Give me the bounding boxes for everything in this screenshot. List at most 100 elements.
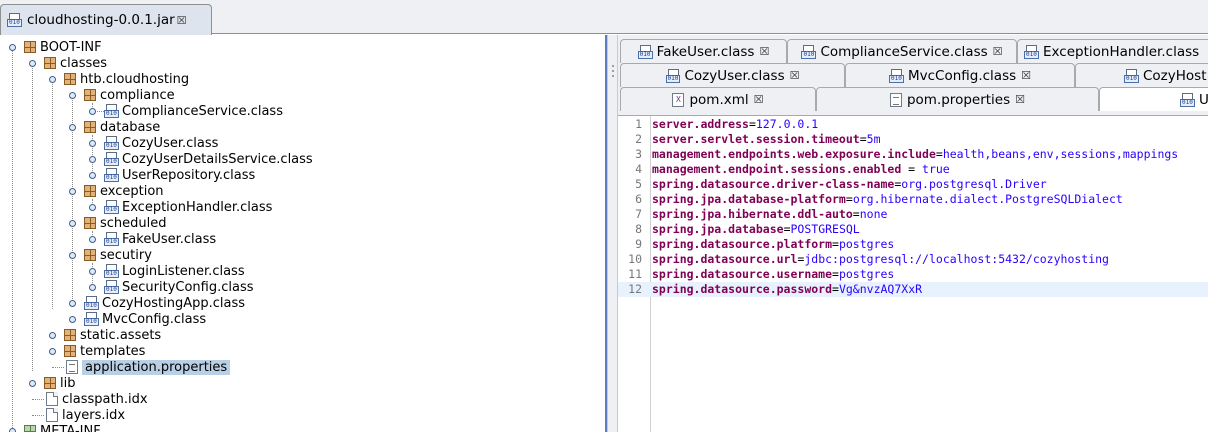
tree-node-label: MvcConfig.class — [102, 311, 207, 327]
expand-handle[interactable] — [68, 123, 76, 131]
close-icon[interactable]: ☒ — [754, 94, 764, 105]
tree-node-compliance[interactable]: compliance — [84, 87, 175, 103]
equals-sign: = — [894, 177, 902, 191]
pane-splitter[interactable] — [607, 35, 618, 432]
close-icon[interactable]: ☒ — [1015, 94, 1025, 105]
tree-node-compliance-service[interactable]: 010 ComplianceService.class — [104, 103, 283, 119]
code-line: 4 management.endpoint.sessions.enabled = … — [618, 162, 1208, 177]
tree-node-label: htb.cloudhosting — [80, 71, 190, 87]
tree-node-login-listener[interactable]: 010 LoginListener.class — [104, 263, 245, 279]
tree-node-database[interactable]: database — [84, 119, 160, 135]
tree-node-scheduled[interactable]: scheduled — [84, 215, 167, 231]
expand-handle[interactable] — [88, 203, 96, 211]
tree-node-classes[interactable]: classes — [44, 55, 107, 71]
tab-cozy-hosting-class[interactable]: 010 CozyHost — [1075, 63, 1208, 87]
property-value: postgres — [838, 237, 895, 251]
expand-handle[interactable] — [88, 107, 96, 115]
expand-handle[interactable] — [88, 155, 96, 163]
code-line: 2 server.servlet.session.timeout = 5m — [618, 132, 1208, 147]
expand-handle[interactable] — [88, 283, 96, 291]
equals-sign: = — [832, 267, 839, 281]
file-icon — [46, 392, 58, 406]
expand-handle[interactable] — [88, 267, 96, 275]
expand-handle[interactable] — [68, 91, 76, 99]
tree-node-fake-user[interactable]: 010 FakeUser.class — [104, 231, 216, 247]
tree-node-mvc-config[interactable]: 010 MvcConfig.class — [84, 311, 206, 327]
tab-pom-properties[interactable]: pom.properties ☒ — [816, 87, 1099, 111]
jar-file-tab[interactable]: 010 cloudhosting-0.0.1.jar ☒ — [0, 4, 212, 35]
tree-node-cozy-user[interactable]: 010 CozyUser.class — [104, 135, 218, 151]
jar-file-tab-label: cloudhosting-0.0.1.jar — [27, 12, 175, 28]
tree-node-meta-inf[interactable]: META-INF — [24, 423, 101, 432]
tree-node-htb-cloudhosting[interactable]: htb.cloudhosting — [64, 71, 189, 87]
tab-cozy-user-class[interactable]: 010 CozyUser.class ☒ — [620, 63, 845, 87]
tree-node-exception[interactable]: exception — [84, 183, 164, 199]
tree-node-layers-idx[interactable]: layers.idx — [46, 407, 125, 423]
tab-exception-handler-class[interactable]: 010 ExceptionHandler.class — [1017, 39, 1208, 63]
expand-handle[interactable] — [48, 347, 56, 355]
close-icon[interactable]: ☒ — [177, 15, 187, 26]
property-value: 127.0.0.1 — [755, 117, 819, 131]
expand-handle[interactable] — [88, 139, 96, 147]
expand-handle[interactable] — [68, 299, 76, 307]
expand-handle[interactable] — [28, 379, 36, 387]
tab-fake-user-class[interactable]: 010 FakeUser.class ☒ — [620, 39, 787, 63]
expand-handle[interactable] — [68, 219, 76, 227]
property-key: spring.jpa.hibernate.ddl-auto — [652, 207, 853, 221]
tree-node-label: database — [100, 119, 161, 135]
code-editor[interactable]: 1 server.address = 127.0.0.1 2 server.servlet… — [618, 115, 1208, 432]
expand-handle[interactable] — [88, 235, 96, 243]
tree-node-exception-handler[interactable]: 010 ExceptionHandler.class — [104, 199, 272, 215]
tree-node-label: FakeUser.class — [122, 231, 217, 247]
tree-node-classpath-idx[interactable]: classpath.idx — [46, 391, 148, 407]
expand-handle[interactable] — [68, 187, 76, 195]
expand-handle[interactable] — [68, 251, 76, 259]
tree-node-secutiry[interactable]: secutiry — [84, 247, 152, 263]
class-file-icon: 010 — [665, 68, 681, 83]
line-number: 2 — [635, 132, 642, 146]
class-file-icon: 010 — [104, 264, 119, 278]
expand-handle[interactable] — [8, 427, 16, 432]
tree-node-cozy-hosting-app[interactable]: 010 CozyHostingApp.class — [84, 295, 245, 311]
tab-mvc-config-class[interactable]: 010 MvcConfig.class ☒ — [845, 63, 1075, 87]
expand-handle[interactable] — [48, 331, 56, 339]
property-key: spring.jpa.database — [652, 222, 784, 236]
property-key: spring.datasource.password — [652, 282, 833, 296]
tab-label: ComplianceService.class — [820, 43, 988, 60]
close-icon[interactable]: ☒ — [993, 46, 1003, 57]
splitter-grip — [612, 75, 614, 77]
tab-pom-xml[interactable]: X pom.xml ☒ — [620, 87, 816, 111]
package-icon — [84, 249, 96, 261]
tree-node-lib[interactable]: lib — [44, 375, 75, 391]
close-icon[interactable]: ☒ — [790, 70, 800, 81]
expand-handle[interactable] — [8, 43, 16, 51]
expand-handle[interactable] — [48, 75, 56, 83]
expand-handle[interactable] — [88, 171, 96, 179]
class-file-icon: 010 — [104, 280, 119, 294]
code-line: 8 spring.jpa.database = POSTGRESQL — [618, 222, 1208, 237]
tree-node-cozy-user-details-service[interactable]: 010 CozyUserDetailsService.class — [104, 151, 313, 167]
tree-node-templates[interactable]: templates — [64, 343, 145, 359]
close-icon[interactable]: ☒ — [1021, 70, 1031, 81]
property-key: server.address — [652, 117, 749, 131]
class-file-icon: 010 — [104, 168, 119, 182]
close-icon[interactable]: ☒ — [759, 46, 769, 57]
window-tab-bar: 010 cloudhosting-0.0.1.jar ☒ — [0, 0, 1208, 35]
tab-label: CozyUser.class — [684, 67, 785, 84]
tab-compliance-service-class[interactable]: 010 ComplianceService.class ☒ — [787, 39, 1017, 63]
tree-node-static-assets[interactable]: static.assets — [64, 327, 161, 343]
property-key: spring.datasource.username — [652, 267, 833, 281]
tree-node-label: ExceptionHandler.class — [122, 199, 273, 215]
tree-node-label: static.assets — [80, 327, 162, 343]
expand-handle[interactable] — [68, 315, 76, 323]
tree-node-application-properties[interactable]: application.properties — [66, 359, 231, 375]
tree-node-boot-inf[interactable]: BOOT-INF — [24, 39, 102, 55]
property-value: Vg&nvzAQ7XxR — [838, 282, 923, 296]
tree-node-user-repository[interactable]: 010 UserRepository.class — [104, 167, 255, 183]
tree-node-security-config[interactable]: 010 SecurityConfig.class — [104, 279, 254, 295]
jar-file-icon: 010 — [7, 13, 22, 27]
tab-active-class[interactable]: 010 U — [1099, 87, 1208, 111]
expand-handle[interactable] — [28, 59, 36, 67]
line-number: 4 — [635, 162, 642, 176]
package-icon — [84, 89, 96, 101]
